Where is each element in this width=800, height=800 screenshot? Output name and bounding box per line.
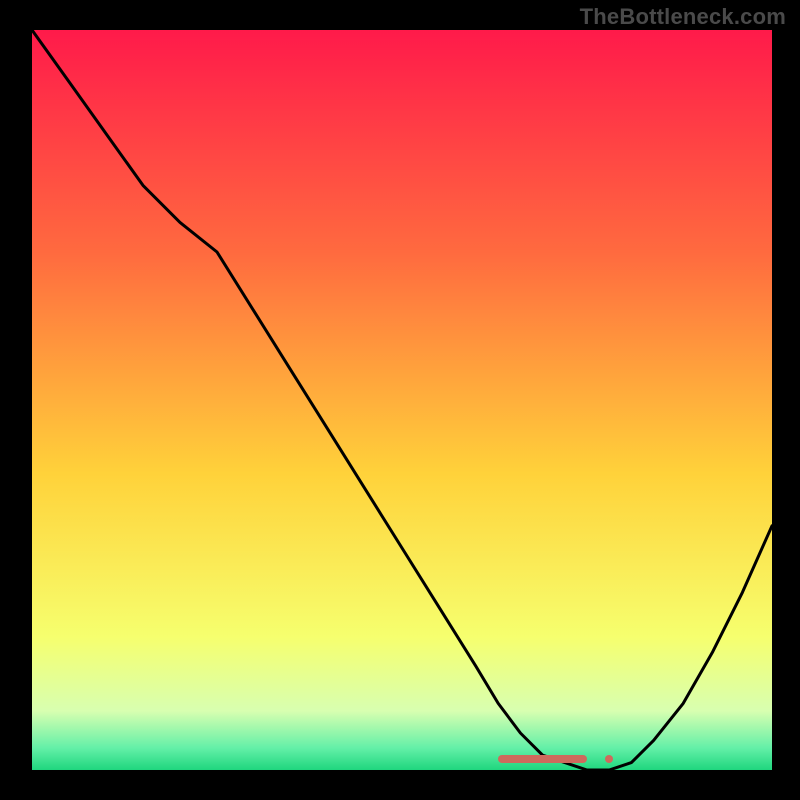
gradient-background bbox=[32, 30, 772, 770]
marker-strip bbox=[498, 755, 587, 763]
chart-frame: TheBottleneck.com bbox=[0, 0, 800, 800]
watermark-label: TheBottleneck.com bbox=[580, 4, 786, 30]
plot-area bbox=[32, 30, 772, 770]
plot-svg bbox=[32, 30, 772, 770]
